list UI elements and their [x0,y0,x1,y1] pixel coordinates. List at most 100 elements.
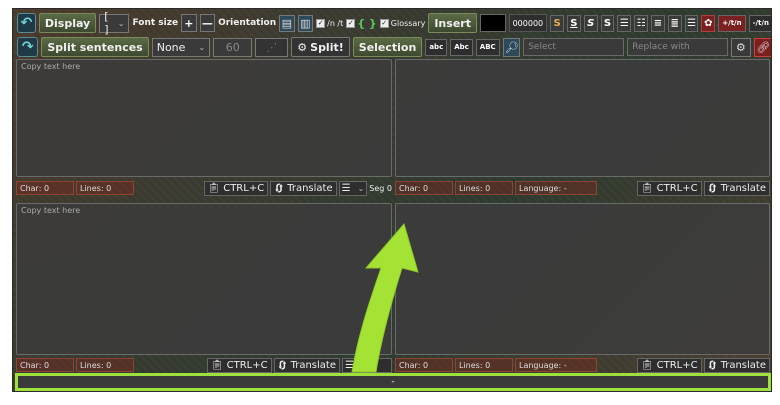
orientation-vertical-icon[interactable]: ▥ [297,14,314,32]
status-bar-bottom-left: Char: 0 Lines: 0 📋︎ CTRL+C 🔄︎ Translate ☰ [16,357,392,373]
magnifier-icon[interactable]: 🔎︎ [502,37,521,57]
align-select[interactable]: ☰ [342,357,392,373]
source-placeholder-top: Copy text here [21,62,81,71]
char-count: Char: 0 [16,181,74,195]
checkbox-checked-icon: ✓ [379,18,389,28]
selection-button[interactable]: Selection [352,37,423,57]
bullet-list-icon[interactable]: ☰ [617,14,632,32]
translate-icon: 🔄︎ [707,360,718,372]
bottom-status-text: - [391,377,395,387]
copy-button[interactable]: 📋︎ CTRL+C [636,180,702,196]
lines-count: Lines: 0 [455,181,513,195]
copy-label: CTRL+C [226,359,268,371]
brace-toggle[interactable]: ✓{ } [346,17,377,30]
font-size-decrease-button[interactable]: — [199,14,216,32]
lines-count: Lines: 0 [76,181,134,195]
translate-label: Translate [287,182,333,194]
target-text-area-bottom[interactable] [395,203,770,355]
link-icon[interactable]: 🔗︎ [753,37,771,57]
add-tab-newline-button[interactable]: +/t/n [718,14,746,32]
undo-arrow-icon[interactable]: ↶ [17,13,36,33]
insert-color-swatch[interactable] [479,14,506,32]
split-mode-value: None [156,40,186,54]
uppercase-button[interactable]: ABC [475,38,500,56]
insert-button[interactable]: Insert [428,13,477,33]
split-button[interactable]: ⚙ Split! [291,37,350,57]
orientation-label: Orientation [218,18,277,28]
translate-button[interactable]: 🔄︎ Translate [273,357,340,373]
status-bar-top-left: Char: 0 Lines: 0 📋︎ CTRL+C 🔄︎ Translate ☰ ⌄… [16,180,392,196]
chevron-down-icon: ⌄ [117,18,125,28]
display-select[interactable]: [ ] ⌄ [99,10,130,36]
clipboard-icon: 📋︎ [640,359,654,371]
titlecase-button[interactable]: Abc [450,38,473,56]
split-mode-select[interactable]: None ⌄ [151,37,211,57]
app-window: ↶ Display [ ] ⌄ Font size + — Orientation… [12,8,772,392]
source-placeholder-bottom: Copy text here [21,206,81,215]
copy-button[interactable]: 📋︎ CTRL+C [636,357,702,373]
replace-input[interactable]: Replace with [627,38,729,56]
toolbar-row-1: ↶ Display [ ] ⌄ Font size + — Orientation… [13,10,771,36]
status-bar-bottom-right: Char: 0 Lines: 0 Language: - 📋︎ CTRL+C 🔄︎… [395,357,770,373]
numbered-list-icon[interactable]: ☷ [634,14,649,32]
bottom-status-bar[interactable]: - [15,373,771,391]
format-s-gold-button[interactable]: S [550,14,564,32]
lines-count: Lines: 0 [76,358,134,372]
char-count: Char: 0 [395,181,453,195]
settings-icon[interactable]: ⚙ [731,37,751,57]
align-left-icon[interactable]: ≡ [651,14,665,32]
translate-button[interactable]: 🔄︎ Translate [703,357,770,373]
format-s-italic-button[interactable]: S [583,14,598,32]
orientation-horizontal-icon[interactable]: ▤ [279,14,295,32]
brace-toggle-label: { } [357,16,377,30]
translate-label: Translate [720,359,766,371]
toolbar-row-2: ↷ Split sentences None ⌄ 60 ⋰ ⚙ Split! Sel… [13,36,771,58]
checkbox-checked-icon: ✓ [316,18,326,28]
source-text-area-top[interactable]: Copy text here [16,59,392,177]
copy-label: CTRL+C [656,182,698,194]
display-button[interactable]: Display [38,13,97,33]
copy-label: CTRL+C [223,182,265,194]
translate-button[interactable]: 🔄︎ Translate [270,180,337,196]
align-select[interactable]: ☰ ⌄ [338,180,368,196]
font-size-label: Font size [132,18,179,28]
segment-count: Seg 0 [369,183,392,193]
translate-button[interactable]: 🔄︎ Translate [703,180,770,196]
copy-button[interactable]: 📋︎ CTRL+C [203,180,269,196]
chevron-down-icon: ⌄ [198,42,206,52]
clear-format-icon[interactable]: ✿ [701,14,716,32]
checkbox-checked-icon: ✓ [346,18,356,28]
language-indicator: Language: - [515,181,597,195]
clipboard-icon: 📋︎ [210,359,224,371]
newline-toggle[interactable]: ✓/n /t [316,18,343,28]
target-text-area-top[interactable] [395,59,770,177]
glossary-toggle[interactable]: ✓ Glossary [379,18,425,28]
format-s-underline-button[interactable]: S [566,14,581,32]
split-gear-icon: ⚙ [297,40,308,54]
redo-arrow-icon[interactable]: ↷ [17,37,39,57]
translate-icon: 🔄︎ [274,183,285,195]
chevron-down-icon: ⌄ [357,183,365,193]
translate-label: Translate [290,359,336,371]
split-option-icon[interactable]: ⋰ [255,37,289,57]
char-count: Char: 0 [395,358,453,372]
source-text-area-bottom[interactable]: Copy text here [16,203,392,355]
color-value[interactable]: 000000 [508,14,548,32]
align-center-icon[interactable]: ≣ [667,14,682,32]
split-button-label: Split! [310,40,344,54]
copy-button[interactable]: 📋︎ CTRL+C [206,357,272,373]
display-select-value: [ ] [104,10,109,36]
lowercase-button[interactable]: abc [425,38,448,56]
status-bar-top-right: Char: 0 Lines: 0 Language: - 📋︎ CTRL+C 🔄︎… [395,180,770,196]
select-input[interactable]: Select [523,38,625,56]
translate-icon: 🔄︎ [277,360,288,372]
char-count: Char: 0 [16,358,74,372]
font-size-increase-button[interactable]: + [181,14,197,32]
remove-tab-newline-button[interactable]: -/t/n [748,14,771,32]
copy-label: CTRL+C [656,359,698,371]
split-number-input[interactable]: 60 [213,37,253,57]
format-s-button[interactable]: S [600,14,615,32]
align-right-icon[interactable]: ☰ [684,14,699,32]
split-sentences-button[interactable]: Split sentences [41,37,149,57]
translate-icon: 🔄︎ [707,183,718,195]
